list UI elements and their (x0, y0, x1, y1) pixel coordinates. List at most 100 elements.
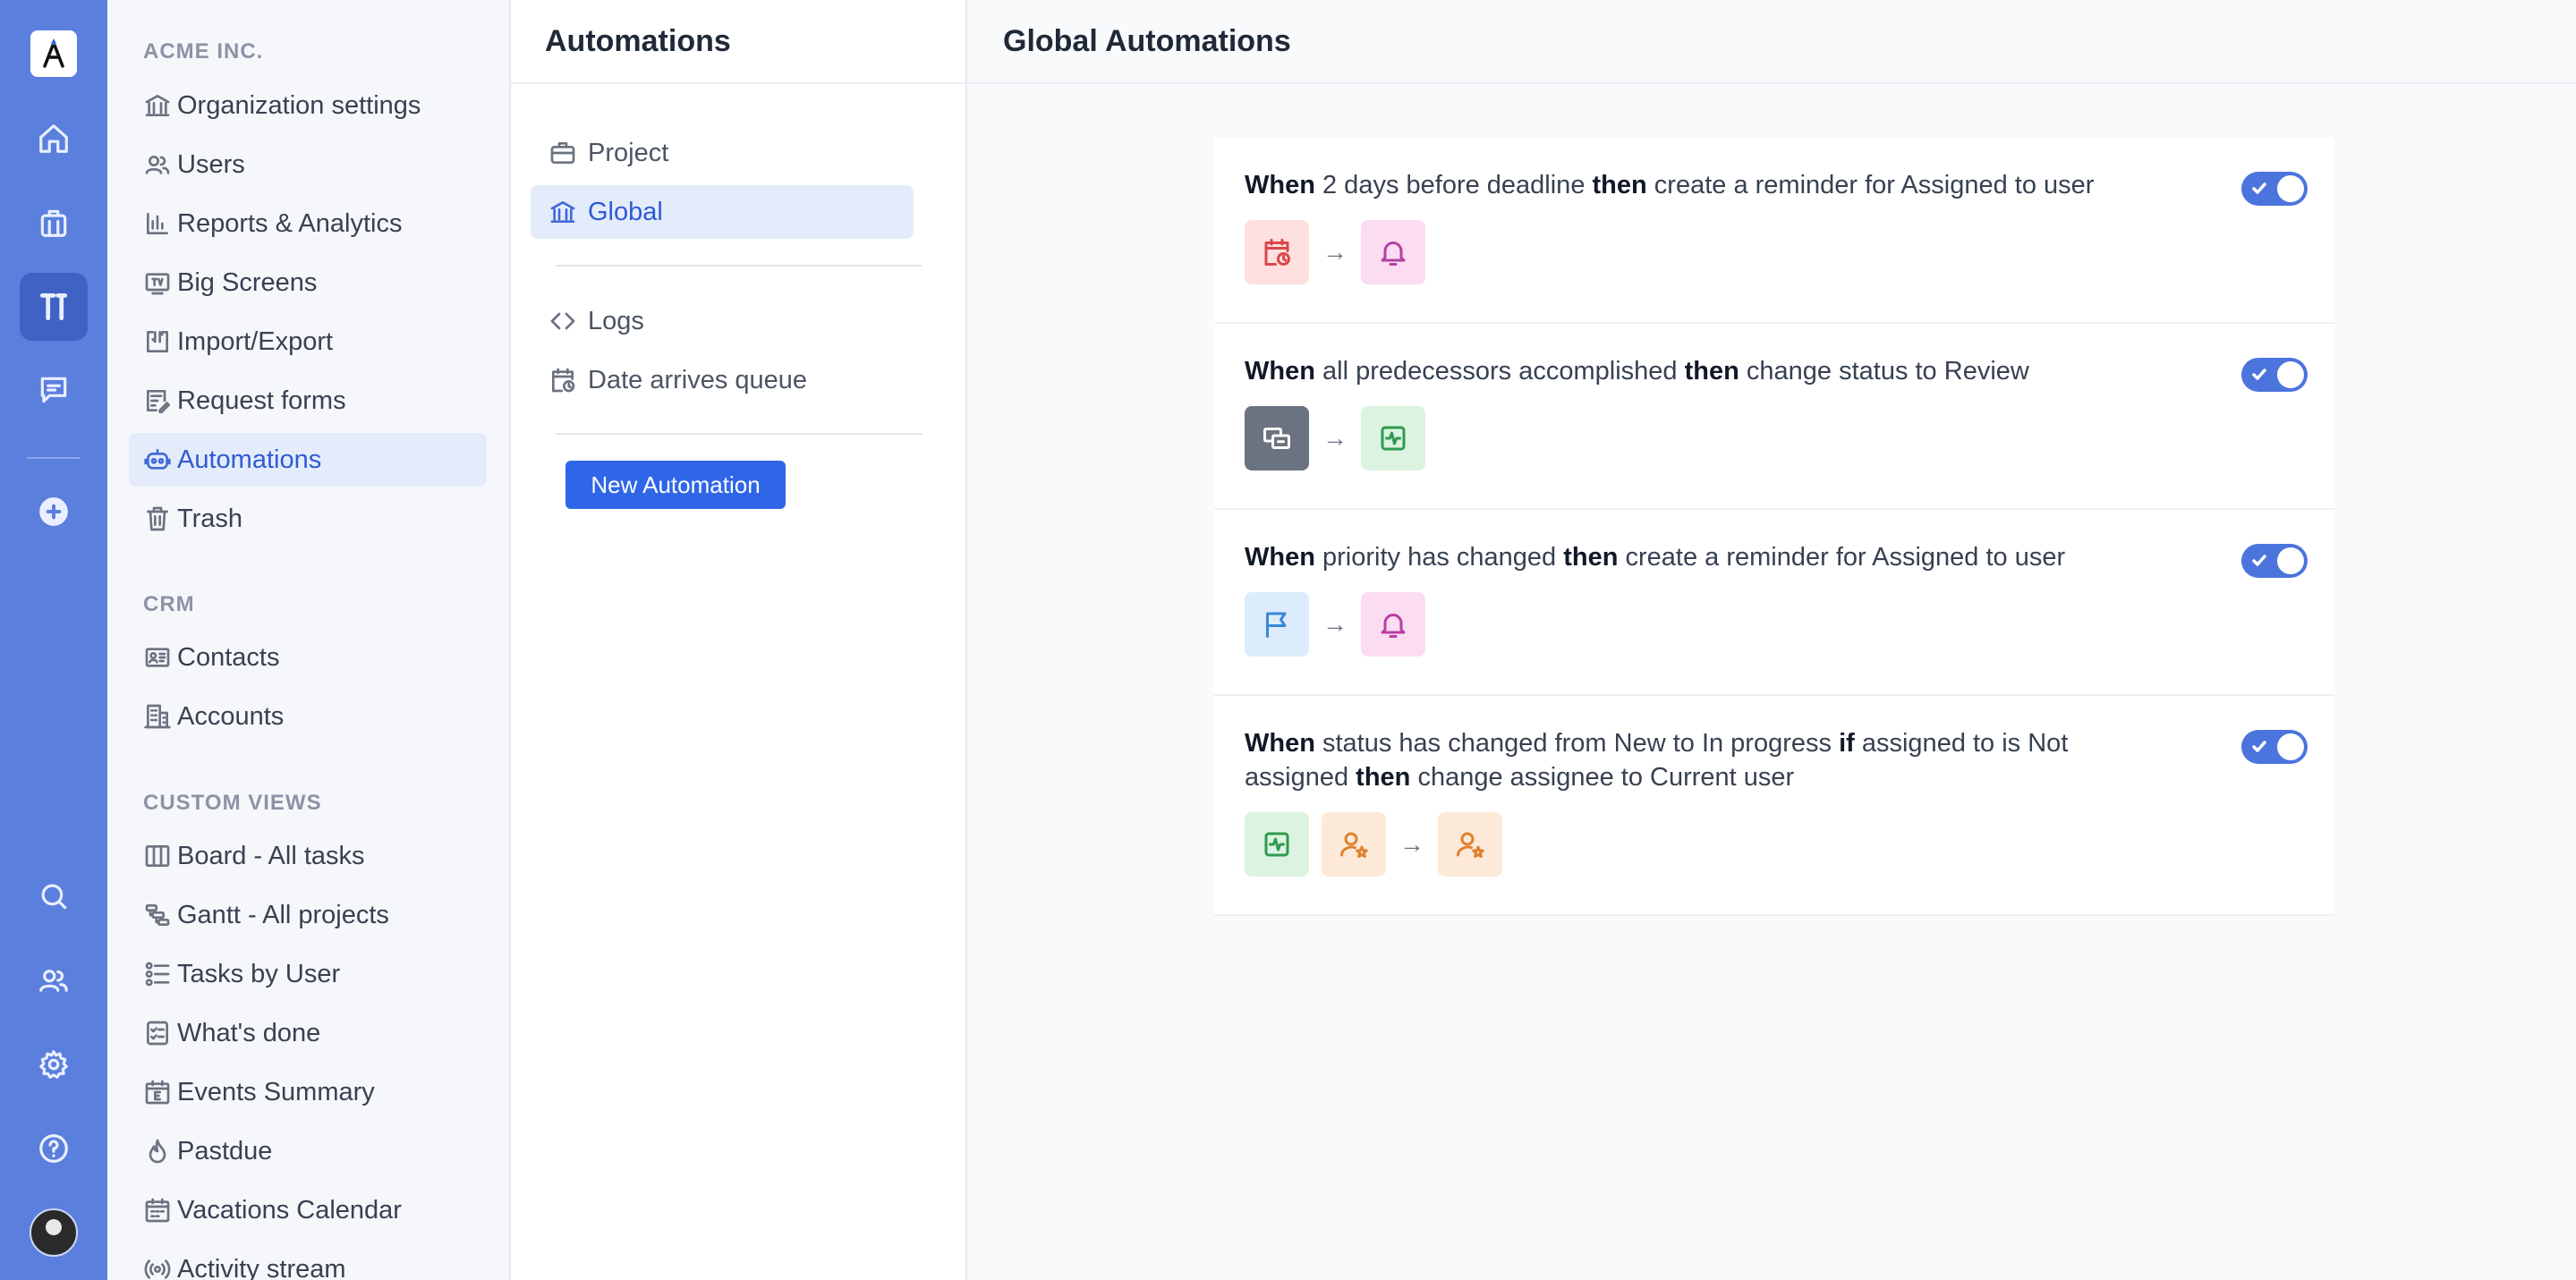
sidebar-item-label: Accounts (177, 701, 285, 731)
settings-gear-icon[interactable] (20, 1030, 88, 1098)
keyword-when: When (1245, 543, 1315, 572)
rule-description: When priority has changed then create a … (1245, 540, 2157, 574)
rule-action: create a reminder for Assigned to user (1654, 171, 2095, 199)
sidebar-item-contacts[interactable]: Contacts (129, 631, 487, 684)
automation-rule[interactable]: When priority has changed then create a … (1214, 510, 2334, 696)
automation-list: When 2 days before deadline then create … (1214, 138, 2334, 916)
sidebar-item-board[interactable]: Board - All tasks (129, 829, 487, 883)
flag-icon (1245, 592, 1309, 657)
sidebar-item-label: Activity stream (177, 1254, 346, 1280)
tools-icon[interactable] (20, 273, 88, 341)
sidebar-item-label: Reports & Analytics (177, 208, 403, 238)
robot-icon (143, 445, 172, 474)
rule-description: When all predecessors accomplished then … (1245, 354, 2157, 388)
rule-trigger: 2 days before deadline (1322, 171, 1586, 199)
projects-briefcase-icon[interactable] (20, 189, 88, 257)
keyword-then: then (1563, 543, 1619, 572)
check-icon (2250, 366, 2268, 384)
sidebar-item-gantt[interactable]: Gantt - All projects (129, 888, 487, 942)
user-avatar[interactable] (30, 1208, 78, 1257)
section-title-custom-views: CUSTOM VIEWS (143, 791, 322, 815)
sidebar-item-whats-done[interactable]: What's done (129, 1006, 487, 1060)
automation-rule[interactable]: When status has changed from New to In p… (1214, 696, 2334, 916)
sidebar-item-trash[interactable]: Trash (129, 492, 487, 546)
page-title: Global Automations (967, 0, 2576, 84)
section-title-org: ACME INC. (143, 39, 264, 64)
list-users-icon (143, 960, 172, 988)
arrow-right-icon: → (1322, 424, 1348, 452)
tab-project[interactable]: Project (531, 126, 914, 180)
tab-label: Logs (588, 306, 644, 335)
rule-enabled-toggle[interactable] (2241, 358, 2308, 392)
add-icon[interactable] (20, 478, 88, 546)
sidebar-item-organization-settings[interactable]: Organization settings (129, 79, 487, 132)
rule-icon-chain: → (1245, 812, 2304, 877)
rule-enabled-toggle[interactable] (2241, 730, 2308, 764)
rule-trigger: priority has changed (1322, 543, 1557, 572)
tab-date-arrives-queue[interactable]: Date arrives queue (531, 353, 914, 407)
bank-icon (548, 198, 577, 226)
contact-card-icon (143, 643, 172, 672)
panel-divider (556, 265, 922, 267)
sidebar-item-vacations-calendar[interactable]: Vacations Calendar (129, 1183, 487, 1237)
sidebar-item-request-forms[interactable]: Request forms (129, 374, 487, 428)
sidebar-item-tasks-by-user[interactable]: Tasks by User (129, 947, 487, 1001)
bar-chart-icon (143, 209, 172, 238)
status-pulse-icon (1361, 406, 1425, 470)
rule-description: When status has changed from New to In p… (1245, 726, 2157, 794)
sidebar-item-reports[interactable]: Reports & Analytics (129, 197, 487, 250)
code-icon (548, 307, 577, 335)
automation-rule[interactable]: When 2 days before deadline then create … (1214, 138, 2334, 324)
help-icon[interactable] (20, 1115, 88, 1183)
predecessors-icon (1245, 406, 1309, 470)
sidebar-item-label: Import/Export (177, 326, 334, 356)
flame-icon (143, 1137, 172, 1166)
rule-trigger: all predecessors accomplished (1322, 357, 1678, 386)
rule-trigger: status has changed from New to In progre… (1322, 729, 1832, 758)
tab-logs[interactable]: Logs (531, 294, 914, 348)
broadcast-icon (143, 1255, 172, 1280)
team-icon[interactable] (20, 946, 88, 1014)
sidebar-item-events-summary[interactable]: Events Summary (129, 1065, 487, 1119)
sidebar-item-label: Tasks by User (177, 959, 341, 988)
app-logo[interactable] (30, 30, 77, 77)
sidebar-item-accounts[interactable]: Accounts (129, 690, 487, 743)
sidebar-item-label: Board - All tasks (177, 841, 365, 870)
rail-divider (27, 457, 81, 459)
keyword-then: then (1684, 357, 1739, 386)
rule-enabled-toggle[interactable] (2241, 544, 2308, 578)
tab-label: Project (588, 138, 669, 167)
rule-description: When 2 days before deadline then create … (1245, 168, 2157, 202)
automations-panel: Automations Project Global Logs Date arr… (511, 0, 967, 1280)
sidebar-item-automations[interactable]: Automations (129, 433, 487, 487)
sidebar-item-users[interactable]: Users (129, 138, 487, 191)
sidebar-item-label: Organization settings (177, 90, 421, 120)
bell-icon (1361, 220, 1425, 284)
settings-sidebar: ACME INC. Organization settings Users Re… (107, 0, 511, 1280)
sidebar-item-label: Vacations Calendar (177, 1195, 402, 1225)
sidebar-item-label: Users (177, 149, 245, 179)
new-automation-button[interactable]: New Automation (565, 461, 786, 509)
board-icon (143, 842, 172, 870)
chat-icon[interactable] (20, 356, 88, 424)
sidebar-item-pastdue[interactable]: Pastdue (129, 1124, 487, 1178)
calendar-e-icon (143, 1078, 172, 1106)
import-export-icon (143, 327, 172, 356)
search-icon[interactable] (20, 862, 88, 930)
form-icon (143, 386, 172, 415)
tab-global[interactable]: Global (531, 185, 914, 239)
keyword-then: then (1356, 763, 1411, 792)
sidebar-item-label: What's done (177, 1018, 321, 1047)
automation-rule[interactable]: When all predecessors accomplished then … (1214, 324, 2334, 510)
rule-enabled-toggle[interactable] (2241, 172, 2308, 206)
keyword-when: When (1245, 357, 1315, 386)
sidebar-item-label: Contacts (177, 642, 280, 672)
sidebar-item-import-export[interactable]: Import/Export (129, 315, 487, 369)
sidebar-item-activity-stream[interactable]: Activity stream (129, 1242, 487, 1280)
main-content: Global Automations When 2 days before de… (967, 0, 2576, 1280)
checklist-icon (143, 1019, 172, 1047)
sidebar-item-label: Trash (177, 504, 243, 533)
calendar-icon (143, 1196, 172, 1225)
home-icon[interactable] (20, 105, 88, 173)
sidebar-item-big-screens[interactable]: Big Screens (129, 256, 487, 309)
